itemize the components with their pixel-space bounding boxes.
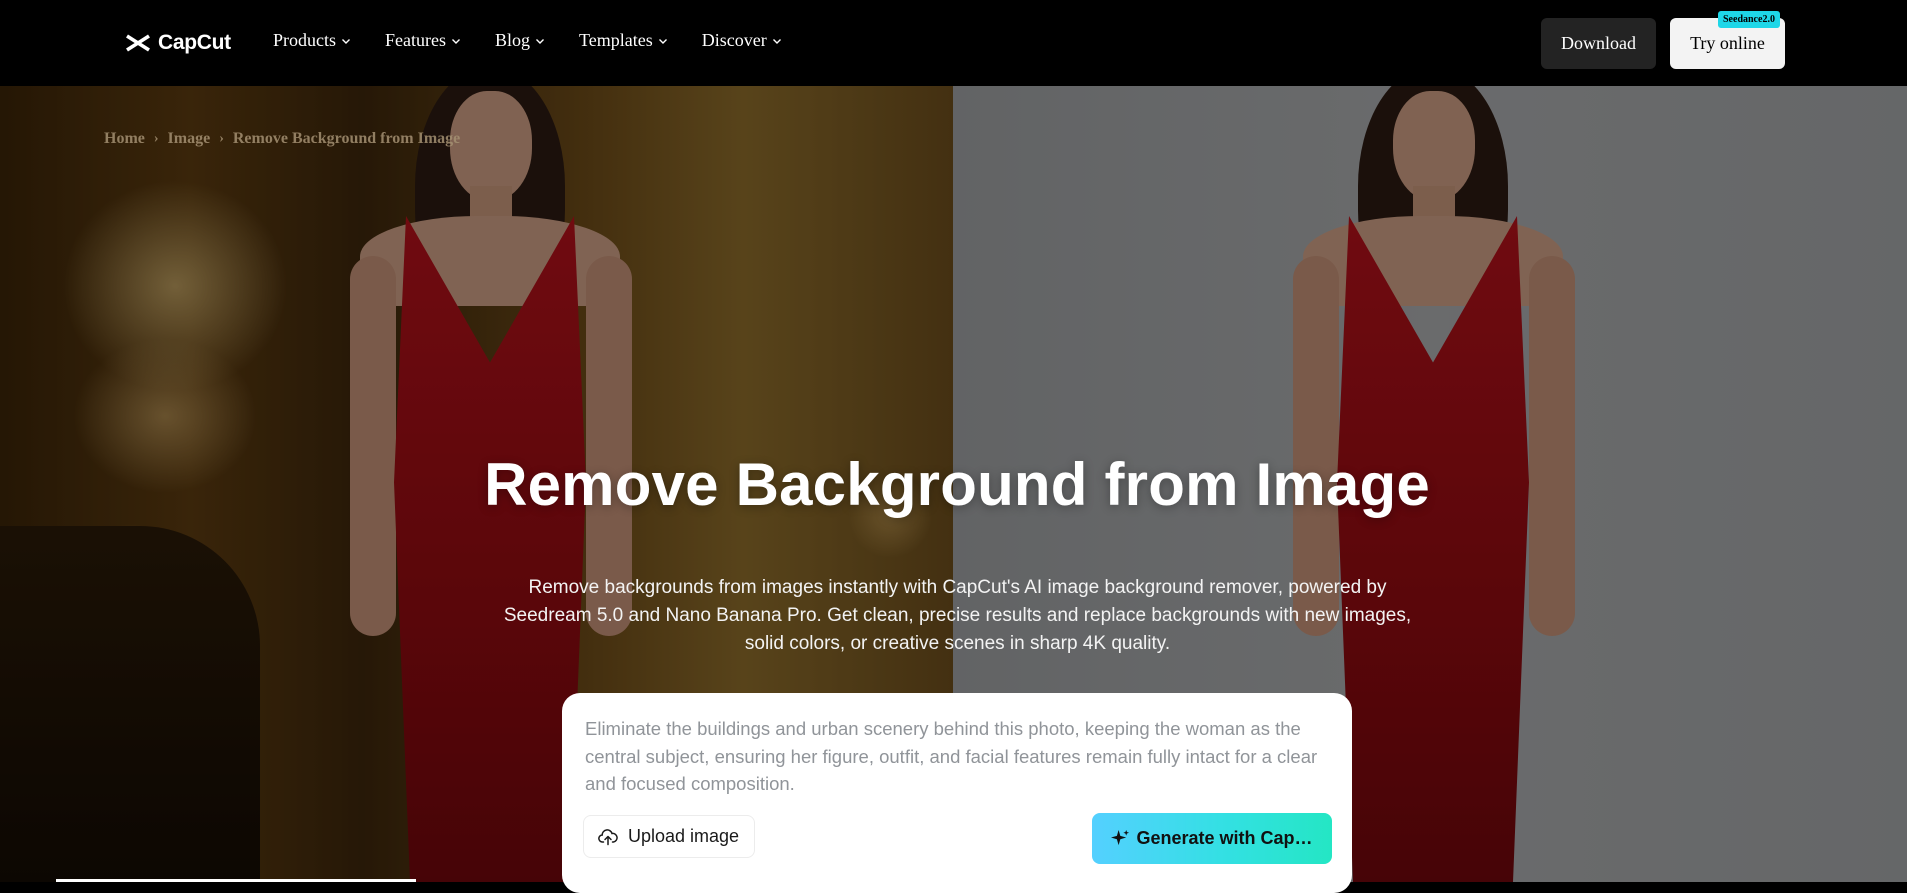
upload-image-button[interactable]: Upload image xyxy=(583,815,756,858)
seedance-badge: Seedance2.0 xyxy=(1718,11,1780,28)
breadcrumb-current: Remove Background from Image xyxy=(232,130,461,147)
generate-label: Generate with Cap… xyxy=(1136,828,1313,848)
menu-item-label: Products xyxy=(273,30,336,50)
generate-button[interactable]: Generate with Cap… xyxy=(1092,813,1332,864)
page-title: Remove Background from Image xyxy=(484,451,1430,518)
menu-item-label: Discover xyxy=(701,30,767,50)
menu-item-features[interactable]: Features xyxy=(385,30,461,51)
main-menu: Products Features Blog Templates Discove… xyxy=(273,30,816,51)
chevron-down-icon xyxy=(342,38,350,44)
capcut-logo[interactable]: CapCut xyxy=(124,29,231,57)
menu-item-blog[interactable]: Blog xyxy=(495,30,545,51)
menu-item-label: Blog xyxy=(494,30,530,50)
chevron-down-icon xyxy=(658,38,667,44)
chevron-right-icon: › xyxy=(153,131,159,146)
upload-label: Upload image xyxy=(628,826,740,846)
prompt-input[interactable] xyxy=(585,715,1330,799)
breadcrumb: Home › Image › Remove Background from Im… xyxy=(104,130,460,148)
top-navbar: CapCut Products Features Blog Templates … xyxy=(0,0,1907,86)
menu-item-templates[interactable]: Templates xyxy=(579,30,668,51)
download-button[interactable]: Download xyxy=(1541,18,1656,69)
menu-item-label: Templates xyxy=(579,30,653,50)
breadcrumb-home[interactable]: Home xyxy=(104,130,145,148)
cloud-upload-icon xyxy=(598,828,618,845)
logo-text: CapCut xyxy=(158,31,231,54)
menu-item-label: Features xyxy=(385,30,446,50)
chevron-down-icon xyxy=(536,38,544,44)
menu-item-discover[interactable]: Discover xyxy=(702,30,782,51)
menu-item-products[interactable]: Products xyxy=(273,30,351,51)
sparkle-icon xyxy=(1111,829,1130,846)
chevron-down-icon xyxy=(772,38,781,44)
prompt-card: Upload image Generate with Cap… xyxy=(562,693,1352,893)
chevron-down-icon xyxy=(451,38,460,44)
hero-description: Remove backgrounds from images instantly… xyxy=(503,577,1412,654)
capcut-logo-icon xyxy=(126,34,150,52)
breadcrumb-image[interactable]: Image xyxy=(168,130,211,148)
chevron-right-icon: › xyxy=(219,131,224,146)
